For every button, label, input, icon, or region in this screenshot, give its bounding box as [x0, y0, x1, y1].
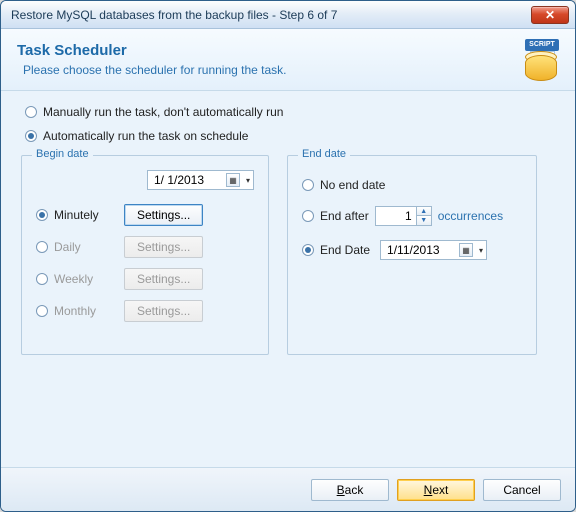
radio-icon	[302, 210, 314, 222]
spin-up-icon[interactable]: ▲	[417, 207, 431, 216]
calendar-icon[interactable]: ▦	[459, 243, 473, 257]
begin-date-picker[interactable]: 1/ 1/2013 ▦ ▾	[147, 170, 254, 190]
freq-monthly-radio[interactable]: Monthly	[36, 304, 116, 318]
radio-icon	[36, 273, 48, 285]
content-area: Manually run the task, don't automatical…	[1, 91, 575, 469]
monthly-settings-button: Settings...	[124, 300, 203, 322]
mode-manual-radio[interactable]: Manually run the task, don't automatical…	[25, 105, 555, 119]
window-title: Restore MySQL databases from the backup …	[11, 8, 531, 22]
close-icon: ✕	[545, 8, 555, 22]
freq-weekly-radio[interactable]: Weekly	[36, 272, 116, 286]
sql-script-icon: SCRIPT SQL	[517, 39, 559, 81]
no-end-date-radio[interactable]: No end date	[302, 178, 385, 192]
begin-date-value: 1/ 1/2013	[154, 173, 220, 187]
mode-auto-label: Automatically run the task on schedule	[43, 129, 248, 143]
titlebar[interactable]: Restore MySQL databases from the backup …	[1, 1, 575, 29]
end-date-radio[interactable]: End Date	[302, 243, 370, 257]
freq-daily-radio[interactable]: Daily	[36, 240, 116, 254]
cancel-button[interactable]: Cancel	[483, 479, 561, 501]
radio-icon	[25, 130, 37, 142]
close-button[interactable]: ✕	[531, 6, 569, 24]
radio-icon	[36, 209, 48, 221]
next-button[interactable]: Next	[397, 479, 475, 501]
radio-icon	[36, 241, 48, 253]
occurrences-label: occurrences	[438, 209, 503, 223]
begin-legend: Begin date	[32, 148, 93, 160]
spin-down-icon[interactable]: ▼	[417, 216, 431, 225]
calendar-icon[interactable]: ▦	[226, 173, 240, 187]
minutely-settings-button[interactable]: Settings...	[124, 204, 203, 226]
end-date-fieldset: End date No end date End after	[287, 155, 537, 355]
chevron-down-icon[interactable]: ▾	[246, 176, 250, 185]
mode-auto-radio[interactable]: Automatically run the task on schedule	[25, 129, 555, 143]
dialog-window: Restore MySQL databases from the backup …	[0, 0, 576, 512]
wizard-header: Task Scheduler Please choose the schedul…	[1, 29, 575, 91]
end-legend: End date	[298, 148, 350, 160]
radio-icon	[25, 106, 37, 118]
page-title: Task Scheduler	[17, 42, 287, 59]
wizard-footer: Back Next Cancel	[1, 467, 575, 511]
end-date-value: 1/11/2013	[387, 243, 453, 257]
radio-icon	[302, 179, 314, 191]
radio-icon	[36, 305, 48, 317]
end-date-picker[interactable]: 1/11/2013 ▦ ▾	[380, 240, 487, 260]
begin-date-fieldset: Begin date 1/ 1/2013 ▦ ▾ Minutely Settin…	[21, 155, 269, 355]
radio-icon	[302, 244, 314, 256]
back-button[interactable]: Back	[311, 479, 389, 501]
weekly-settings-button: Settings...	[124, 268, 203, 290]
occurrences-input[interactable]	[376, 209, 416, 223]
end-after-radio[interactable]: End after	[302, 209, 369, 223]
daily-settings-button: Settings...	[124, 236, 203, 258]
mode-manual-label: Manually run the task, don't automatical…	[43, 105, 283, 119]
occurrences-stepper[interactable]: ▲ ▼	[375, 206, 432, 226]
page-subtitle: Please choose the scheduler for running …	[17, 63, 287, 77]
chevron-down-icon[interactable]: ▾	[479, 246, 483, 255]
freq-minutely-radio[interactable]: Minutely	[36, 208, 116, 222]
